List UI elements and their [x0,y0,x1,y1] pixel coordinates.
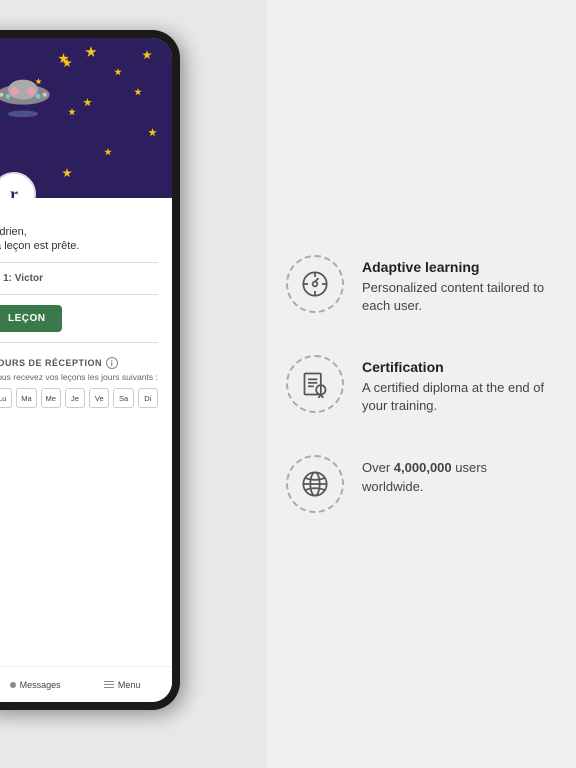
menu-line-2 [104,684,114,686]
greeting-line1: Adrien, [0,226,158,238]
day-lu[interactable]: Lu [0,388,12,408]
divider-1 [0,262,158,263]
ufo-illustration [0,68,58,118]
lesson-prefix-label: 1: 1: Victor [0,273,158,284]
day-je[interactable]: Je [65,388,85,408]
menu-line-1 [104,681,114,683]
nav-menu[interactable]: Menu [104,680,141,690]
device-mockup: r Adrien, ta leçon est prête. 1: 1: Vict… [0,30,200,730]
bottom-nav: Messages Menu [0,666,172,702]
certification-title: Certification [362,359,546,375]
star-9 [68,108,76,116]
globe-icon [301,470,329,498]
adaptive-learning-text: Adaptive learning Personalized content t… [362,255,546,315]
start-lesson-button[interactable]: LEÇON [0,305,62,332]
reception-section: JOURS DE RÉCEPTION i Vous recevez vos le… [0,357,158,408]
screen-content: Adrien, ta leçon est prête. 1: 1: Victor… [0,198,172,666]
worldwide-count: 4,000,000 [394,460,452,475]
star-4 [134,88,142,96]
day-di[interactable]: Di [138,388,158,408]
worldwide-text: Over 4,000,000 users worldwide. [362,455,546,495]
adaptive-learning-desc: Personalized content tailored to each us… [362,279,546,315]
reception-subtitle: Vous recevez vos leçons les jours suivan… [0,372,158,382]
menu-line-3 [104,687,114,689]
certification-desc: A certified diploma at the end of your t… [362,379,546,415]
day-sa[interactable]: Sa [113,388,133,408]
star-11 [104,148,112,156]
worldwide-desc: Over 4,000,000 users worldwide. [362,459,546,495]
feature-worldwide: Over 4,000,000 users worldwide. [286,455,546,513]
device-screen: r Adrien, ta leçon est prête. 1: 1: Vict… [0,38,172,702]
reception-title: JOURS DE RÉCEPTION i [0,357,158,369]
days-row: Lu Ma Me Je Ve Sa Di [0,388,158,408]
nav-menu-label: Menu [118,680,141,690]
certificate-icon [301,370,329,398]
messages-icon [10,682,16,688]
adaptive-learning-title: Adaptive learning [362,259,546,275]
stars-background [0,38,172,198]
day-ma[interactable]: Ma [16,388,36,408]
greeting-line2: ta leçon est prête. [0,240,158,252]
screen-header: r [0,38,172,198]
device-frame: r Adrien, ta leçon est prête. 1: 1: Vict… [0,30,180,710]
divider-2 [0,294,158,295]
star-2 [114,68,122,76]
certification-icon-wrap [286,355,344,413]
certification-text: Certification A certified diploma at the… [362,355,546,415]
star-12 [62,168,72,178]
worldwide-icon-wrap [286,455,344,513]
divider-3 [0,342,158,343]
star-3 [85,46,97,58]
day-me[interactable]: Me [41,388,61,408]
feature-adaptive-learning: Adaptive learning Personalized content t… [286,255,546,315]
nav-messages[interactable]: Messages [10,680,61,690]
star-6 [83,98,92,107]
info-icon[interactable]: i [106,357,118,369]
lesson-name: 1: Victor [3,273,43,284]
adaptive-learning-icon-wrap [286,255,344,313]
day-ve[interactable]: Ve [89,388,109,408]
features-panel: Adaptive learning Personalized content t… [266,0,576,768]
compass-icon [301,270,329,298]
nav-messages-label: Messages [20,680,61,690]
star-10 [148,128,157,137]
menu-icon [104,681,114,689]
star-1 [142,50,152,60]
feature-certification: Certification A certified diploma at the… [286,355,546,415]
